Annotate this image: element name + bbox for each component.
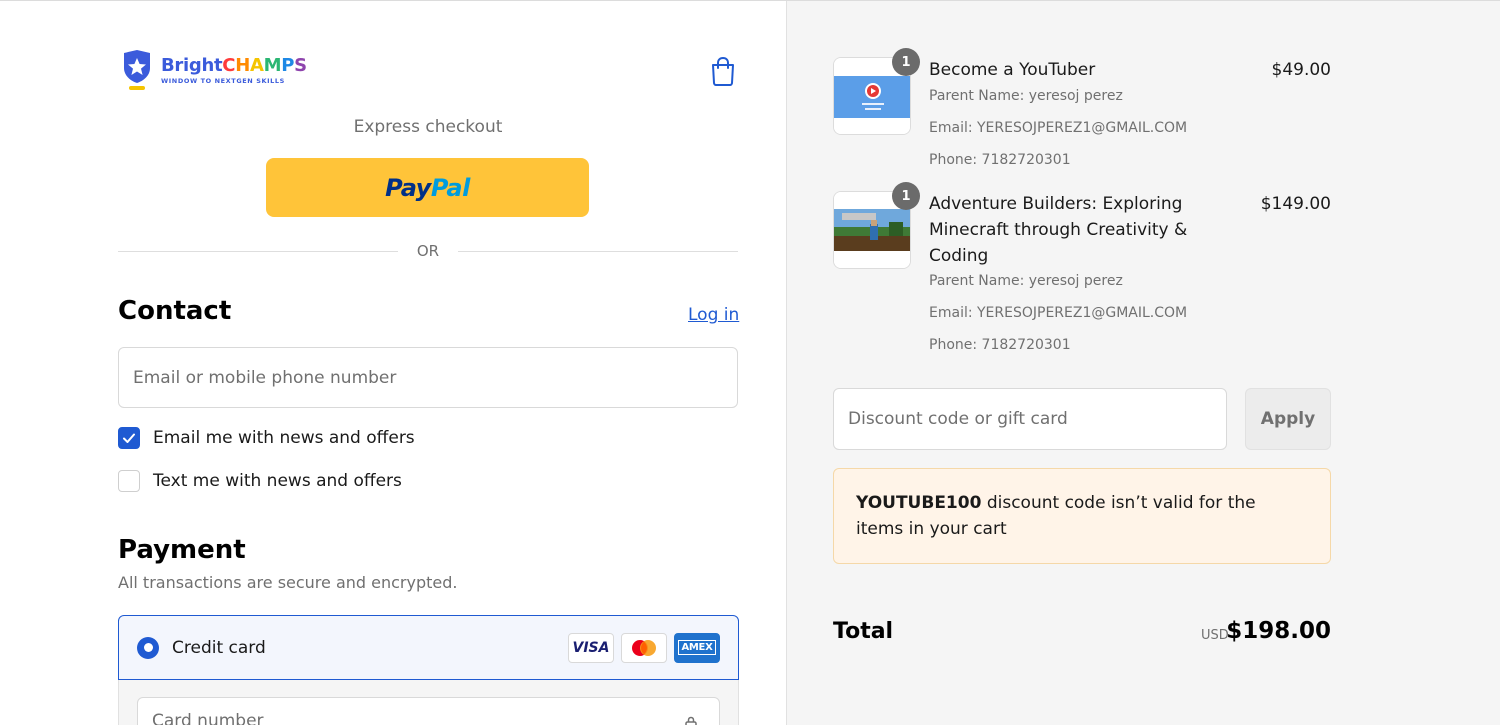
email-field[interactable] [118, 347, 738, 408]
payment-heading: Payment [118, 535, 246, 565]
item-name: Become a YouTuber [929, 60, 1096, 80]
credit-card-label: Credit card [172, 637, 266, 658]
total-currency: USD [1201, 628, 1229, 643]
amex-icon: AMEX [674, 632, 720, 663]
checkbox-unchecked[interactable] [118, 470, 140, 492]
shield-star-icon [121, 50, 153, 90]
radio-selected[interactable] [137, 636, 159, 659]
credit-card-option[interactable]: Credit card VISA AMEX [118, 615, 739, 680]
quantity-badge: 1 [892, 48, 920, 76]
checkmark-icon [123, 433, 135, 443]
total-label: Total [833, 619, 894, 644]
discount-code-field[interactable] [833, 388, 1227, 450]
checkbox-checked[interactable] [118, 427, 140, 449]
brand-logo[interactable]: BrightCHAMPS WINDOW TO NEXTGEN SKILLS [121, 50, 307, 90]
payment-secure-note: All transactions are secure and encrypte… [118, 573, 458, 592]
email-news-label: Email me with news and offers [153, 428, 415, 448]
quantity-badge: 1 [892, 182, 920, 210]
express-checkout-label: Express checkout [353, 117, 503, 137]
item-email: Email: YERESOJPEREZ1@GMAIL.COM [929, 120, 1188, 136]
paypal-button[interactable]: Pay Pal [266, 158, 589, 217]
paypal-logo-part2: Pal [430, 173, 470, 202]
apply-discount-button[interactable]: Apply [1245, 388, 1331, 450]
item-parent-name: Parent Name: yeresoj perez [929, 273, 1123, 289]
item-name: Adventure Builders: Exploring Minecraft … [929, 194, 1188, 266]
text-news-checkbox[interactable]: Text me with news and offers [118, 470, 402, 492]
visa-icon: VISA [568, 632, 614, 663]
notice-code: YOUTUBE100 [856, 493, 982, 513]
or-divider: OR [118, 241, 738, 261]
item-email: Email: YERESOJPEREZ1@GMAIL.COM [929, 305, 1188, 321]
total-amount: $198.00 [1226, 618, 1331, 644]
item-price: $49.00 [1271, 60, 1331, 80]
brand-tagline: WINDOW TO NEXTGEN SKILLS [161, 76, 285, 85]
card-number-field[interactable] [137, 697, 720, 725]
item-phone: Phone: 7182720301 [929, 337, 1071, 353]
item-parent-name: Parent Name: yeresoj perez [929, 88, 1123, 104]
contact-heading: Contact [118, 296, 232, 326]
lock-icon [684, 715, 698, 725]
card-brand-list: VISA AMEX [568, 632, 720, 663]
text-news-label: Text me with news and offers [153, 471, 402, 491]
email-news-checkbox[interactable]: Email me with news and offers [118, 427, 415, 449]
item-price: $149.00 [1260, 194, 1331, 214]
paypal-logo-part1: Pay [385, 173, 431, 202]
login-link[interactable]: Log in [688, 305, 739, 325]
brand-name: BrightCHAMPS [161, 54, 307, 76]
shopping-bag-icon[interactable] [709, 56, 737, 86]
item-phone: Phone: 7182720301 [929, 152, 1071, 168]
mastercard-icon [621, 632, 667, 663]
discount-error-notice: YOUTUBE100 discount code isn’t valid for… [833, 468, 1331, 564]
